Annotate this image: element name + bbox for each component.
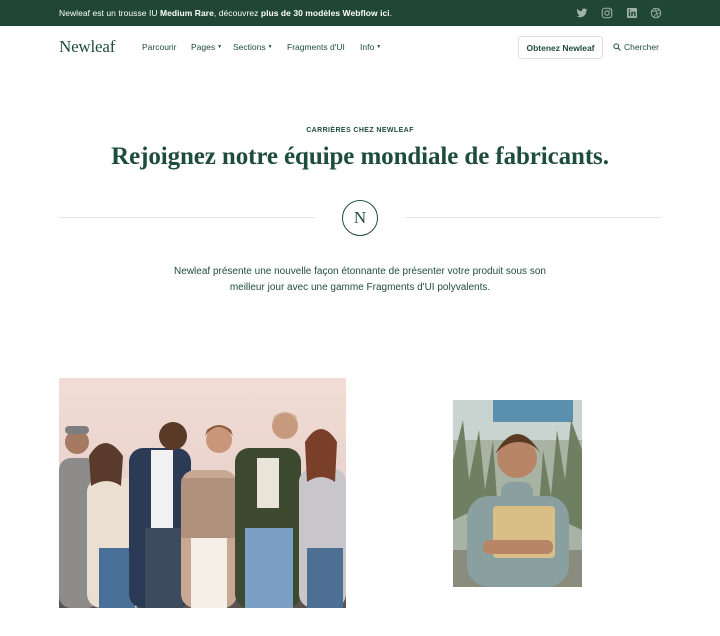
nav-link-label: Fragments d'UI	[287, 42, 345, 52]
search-icon	[613, 43, 621, 51]
nav-link-label: Info	[360, 42, 375, 52]
twitter-icon[interactable]	[576, 7, 588, 19]
main-navbar: Newleaf Parcourir Pages ▼ Sections ▼ Fra…	[0, 26, 720, 70]
newleaf-emblem-icon: N	[342, 200, 378, 236]
nav-link-label: Pages	[191, 42, 216, 52]
team-group-photo	[59, 378, 346, 608]
chevron-down-icon: ▼	[376, 44, 382, 50]
get-newleaf-button[interactable]: Obtenez Newleaf	[518, 36, 603, 59]
announcement-middle: , découvrez	[213, 8, 261, 18]
announcement-link[interactable]: plus de 30 modèles Webflow ici	[261, 8, 390, 18]
search-label: Chercher	[624, 42, 659, 52]
team-member-photo	[453, 400, 582, 587]
divider-left	[59, 217, 315, 218]
search-link[interactable]: Chercher	[613, 42, 659, 52]
nav-link-label: Parcourir	[142, 42, 177, 52]
linkedin-icon[interactable]	[626, 7, 638, 19]
announcement-prefix: Newleaf est un trousse IU	[59, 8, 160, 18]
chevron-down-icon: ▼	[267, 44, 273, 50]
nav-link-pages[interactable]: Pages ▼	[191, 42, 222, 52]
dribbble-icon[interactable]	[650, 7, 662, 19]
announcement-text[interactable]: Newleaf est un trousse IU Medium Rare, d…	[59, 8, 392, 18]
logo[interactable]: Newleaf	[59, 37, 115, 57]
announcement-brand: Medium Rare	[159, 8, 214, 18]
nav-link-label: Sections	[233, 42, 266, 52]
emblem-letter: N	[353, 208, 367, 227]
announcement-bar: Newleaf est un trousse IU Medium Rare, d…	[0, 0, 720, 26]
nav-link-parcourir[interactable]: Parcourir	[142, 42, 176, 52]
divider-right	[405, 217, 661, 218]
page-title: Rejoignez notre équipe mondiale de fabri…	[111, 143, 609, 170]
chevron-down-icon: ▼	[217, 44, 223, 50]
hero-description: Newleaf présente une nouvelle façon éton…	[174, 266, 546, 293]
nav-link-sections[interactable]: Sections ▼	[233, 42, 273, 52]
instagram-icon[interactable]	[601, 7, 613, 19]
announcement-suffix: .	[389, 8, 393, 18]
nav-link-fragments[interactable]: Fragments d'UI	[287, 42, 345, 52]
nav-link-info[interactable]: Info ▼	[360, 42, 381, 52]
section-eyebrow: CARRIÈRES CHEZ NEWLEAF	[306, 127, 414, 134]
